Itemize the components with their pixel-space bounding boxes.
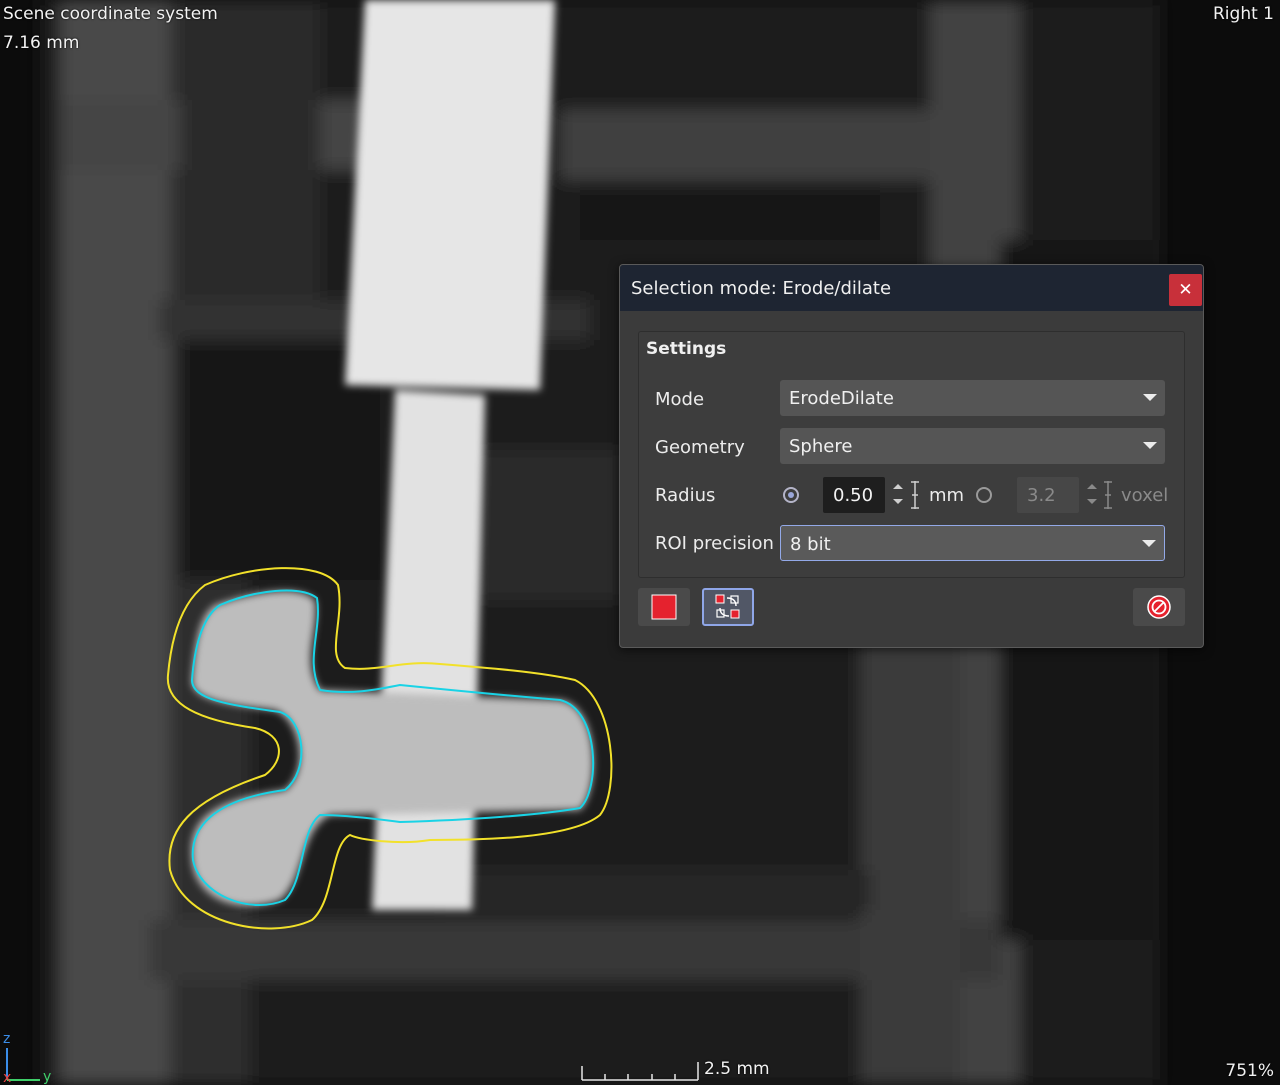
- roi-precision-label: ROI precision: [655, 533, 774, 554]
- radius-voxel-spinner[interactable]: [1086, 480, 1098, 508]
- axis-x-label: x: [3, 1070, 11, 1085]
- swap-selection-button[interactable]: [702, 588, 754, 626]
- swap-selection-icon: [715, 594, 740, 619]
- radius-mm-spinner[interactable]: [892, 480, 904, 508]
- radius-voxel-radio[interactable]: [976, 487, 992, 503]
- radius-voxel-unit: voxel: [1121, 485, 1169, 506]
- settings-group: Settings Mode ErodeDilate Geometry Spher…: [638, 331, 1185, 578]
- erode-dilate-dialog: Selection mode: Erode/dilate ✕ Settings …: [619, 264, 1204, 648]
- radius-mm-unit: mm: [929, 485, 965, 506]
- coordinate-system-label: Scene coordinate system: [3, 4, 218, 24]
- radius-voxel-input[interactable]: 3.2: [1017, 477, 1079, 513]
- close-icon: ✕: [1178, 280, 1193, 300]
- reset-selection-button[interactable]: [638, 588, 690, 626]
- red-square-icon: [651, 594, 677, 620]
- mode-dropdown[interactable]: ErodeDilate: [780, 380, 1165, 416]
- scale-bar-label: 2.5 mm: [704, 1059, 770, 1079]
- mode-dropdown-value: ErodeDilate: [789, 388, 894, 409]
- geometry-label: Geometry: [655, 437, 745, 458]
- slice-distance-label: 7.16 mm: [3, 33, 80, 53]
- radius-mm-drag-handle[interactable]: [910, 478, 920, 512]
- settings-heading: Settings: [646, 339, 727, 359]
- geometry-dropdown[interactable]: Sphere: [780, 428, 1165, 464]
- view-name-label: Right 1: [1213, 4, 1274, 24]
- radius-mm-input[interactable]: 0.50: [823, 477, 885, 513]
- chevron-down-icon: [1143, 394, 1157, 401]
- dialog-title: Selection mode: Erode/dilate: [631, 278, 892, 299]
- cancel-button[interactable]: [1133, 588, 1185, 626]
- roi-precision-dropdown[interactable]: 8 bit: [780, 525, 1165, 561]
- geometry-dropdown-value: Sphere: [789, 436, 853, 457]
- zoom-level-label: 751%: [1225, 1061, 1274, 1081]
- mode-label: Mode: [655, 389, 705, 410]
- radius-mm-radio[interactable]: [783, 487, 799, 503]
- radius-voxel-drag-handle[interactable]: [1103, 478, 1113, 512]
- close-button[interactable]: ✕: [1169, 274, 1202, 306]
- chevron-down-icon: [1142, 540, 1156, 547]
- cancel-icon: [1147, 595, 1171, 619]
- chevron-down-icon: [1143, 442, 1157, 449]
- dialog-title-bar[interactable]: Selection mode: Erode/dilate ✕: [620, 265, 1203, 311]
- roi-precision-dropdown-value: 8 bit: [790, 534, 831, 555]
- radius-label: Radius: [655, 485, 716, 506]
- axis-y-label: y: [43, 1069, 51, 1085]
- axis-z-label: z: [3, 1031, 10, 1047]
